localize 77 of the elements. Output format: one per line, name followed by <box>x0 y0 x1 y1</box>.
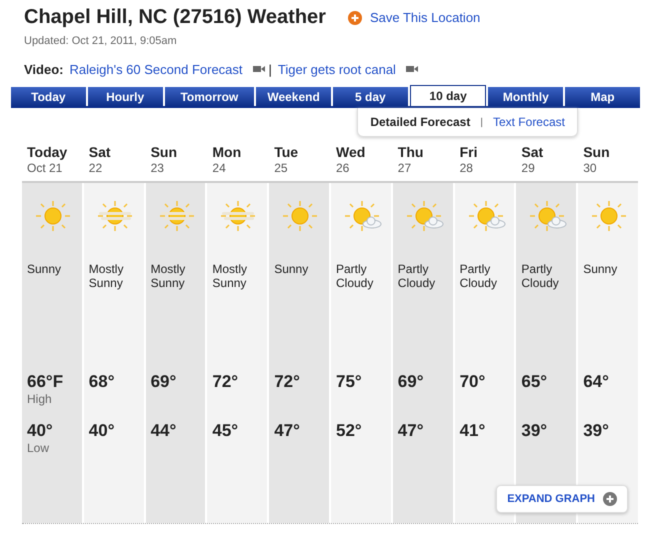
day-name: Today <box>27 144 68 160</box>
day-date: Oct 21 <box>27 161 64 175</box>
low-temperature: 39° <box>583 421 610 441</box>
low-temperature: 52° <box>336 421 363 441</box>
high-temperature: 65° <box>521 372 548 392</box>
condition-text: Mostly Sunny <box>212 262 248 292</box>
condition-text: Partly Cloudy <box>460 262 498 292</box>
tab[interactable]: 5 day <box>332 87 408 106</box>
subnav-link[interactable]: Detailed Forecast <box>370 115 470 129</box>
day-name: Tue <box>274 144 300 160</box>
day-date: 30 <box>583 161 598 175</box>
high-temperature: 72° <box>212 372 240 392</box>
high-temperature: 72° <box>274 372 301 392</box>
high-temperature: 69° <box>398 372 425 392</box>
day-date: 22 <box>88 161 104 175</box>
low-temperature: 41° <box>460 421 486 441</box>
high-label: High <box>27 392 52 406</box>
low-temperature: 45° <box>212 421 240 441</box>
day-name: Thu <box>398 144 424 160</box>
subnav-link[interactable]: Text Forecast <box>492 115 565 129</box>
day-date: 28 <box>460 161 474 175</box>
day-name: Wed <box>336 144 366 160</box>
high-temperature: 69° <box>150 372 178 392</box>
tab[interactable]: Map <box>565 87 640 106</box>
video-camera-icon <box>252 65 265 73</box>
expand-graph-button[interactable]: EXPAND GRAPH <box>496 485 628 513</box>
day-date: 25 <box>274 161 289 175</box>
low-temperature: 40° <box>88 421 116 441</box>
condition-text: Sunny <box>27 262 62 278</box>
plus-icon[interactable] <box>348 10 362 24</box>
tab[interactable]: Hourly <box>88 87 162 106</box>
video-link[interactable]: Raleigh's 60 Second Forecast <box>70 62 243 76</box>
day-date: 27 <box>398 161 412 175</box>
high-temperature: 66°F <box>27 372 64 392</box>
low-label: Low <box>27 441 50 455</box>
save-location-link[interactable]: Save This Location <box>370 10 480 25</box>
day-date: 23 <box>150 161 165 175</box>
condition-text: Partly Cloudy <box>398 262 436 292</box>
separator: | <box>268 62 272 76</box>
sun-icon <box>33 199 73 233</box>
condition-text: Sunny <box>583 262 618 278</box>
low-temperature: 40° <box>27 421 54 441</box>
tab[interactable]: Tomorrow <box>164 87 254 106</box>
plus-icon <box>603 492 617 506</box>
video-camera-icon <box>406 65 418 73</box>
high-temperature: 64° <box>583 372 610 392</box>
day-name: Sun <box>150 144 178 160</box>
condition-text: Mostly Sunny <box>88 262 124 292</box>
day-name: Fri <box>460 144 478 160</box>
video-label: Video: <box>24 62 64 76</box>
high-temperature: 70° <box>460 372 486 392</box>
high-temperature: 68° <box>88 372 116 392</box>
low-temperature: 47° <box>398 421 425 441</box>
day-name: Sat <box>521 144 544 160</box>
tab[interactable]: Monthly <box>488 87 564 106</box>
low-temperature: 39° <box>521 421 548 441</box>
condition-text: Mostly Sunny <box>150 262 186 292</box>
tab[interactable]: 10 day <box>410 85 486 106</box>
day-date: 24 <box>212 161 227 175</box>
high-temperature: 75° <box>336 372 363 392</box>
updated-time: Updated: Oct 21, 2011, 9:05am <box>24 35 178 47</box>
day-date: 26 <box>336 161 350 175</box>
page-title: Chapel Hill, NC (27516) Weather <box>24 6 326 29</box>
condition-text: Partly Cloudy <box>336 262 374 292</box>
day-name: Sat <box>88 144 112 160</box>
day-date: 29 <box>521 161 536 175</box>
tab[interactable]: Today <box>11 87 86 106</box>
condition-text: Sunny <box>274 262 310 278</box>
tab[interactable]: Weekend <box>256 87 331 106</box>
day-name: Sun <box>583 144 611 160</box>
video-link[interactable]: Tiger gets root canal <box>278 62 396 76</box>
condition-text: Partly Cloudy <box>521 262 560 292</box>
day-name: Mon <box>212 144 242 160</box>
low-temperature: 44° <box>150 421 178 441</box>
sun-cloud-icon <box>527 199 568 233</box>
low-temperature: 47° <box>274 421 301 441</box>
separator: | <box>480 116 483 128</box>
